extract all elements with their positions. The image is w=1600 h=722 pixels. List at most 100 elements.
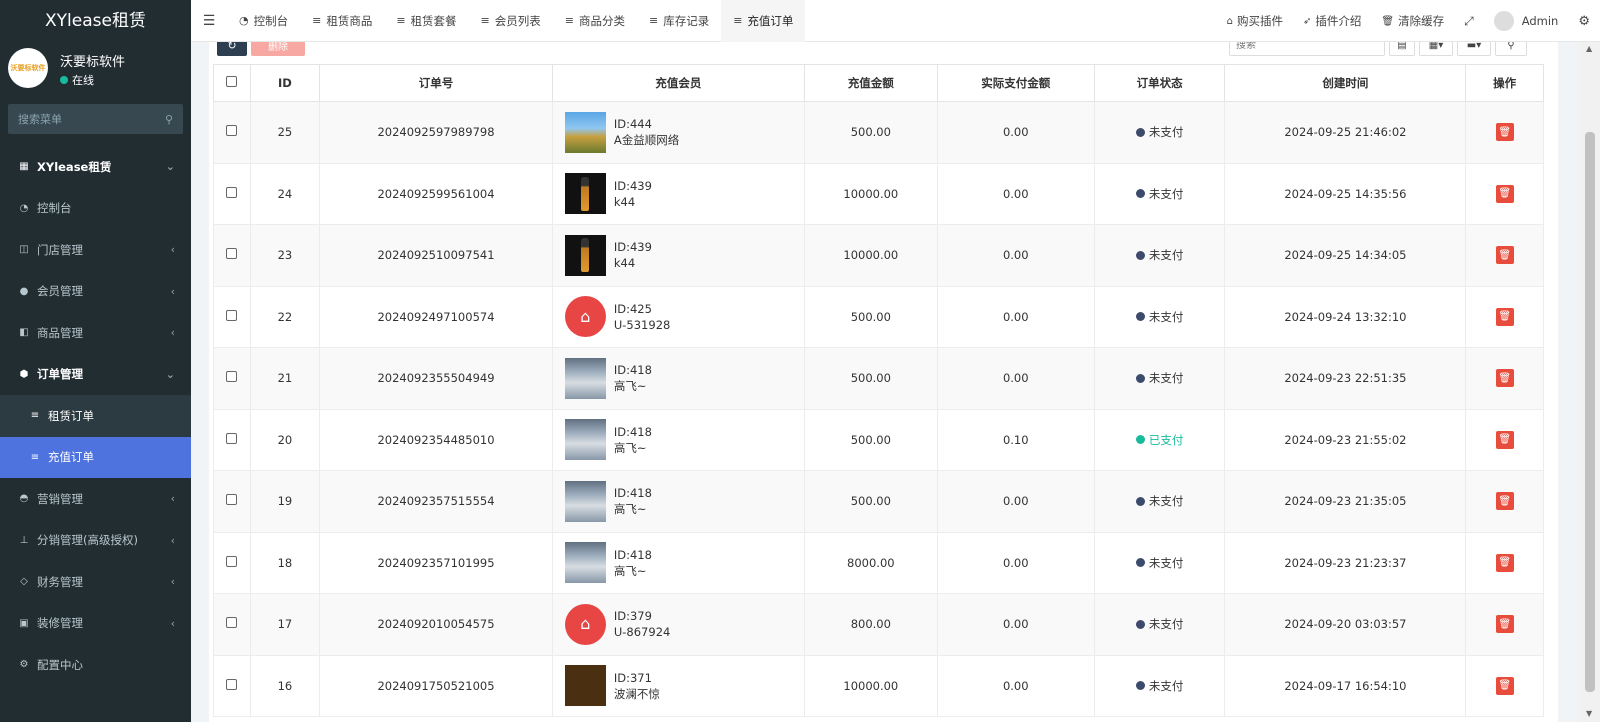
row-select-cell[interactable]	[213, 224, 251, 287]
row-checkbox[interactable]	[226, 248, 238, 260]
table-search-input[interactable]	[1230, 42, 1384, 55]
row-select-cell[interactable]	[213, 347, 251, 410]
advanced-search-button[interactable]: ⚲	[1495, 42, 1527, 56]
tab-6[interactable]: ≡ 充值订单	[721, 0, 806, 42]
sidebar-item-3[interactable]: ● 会员管理 ‹	[0, 271, 191, 313]
delete-row-button[interactable]: 🗑	[1495, 123, 1514, 142]
scroll-thumb[interactable]	[1585, 132, 1595, 692]
export-button[interactable]: ▬▾	[1457, 42, 1491, 56]
row-id: 16	[249, 655, 321, 717]
columns-button[interactable]: ▦▾	[1419, 42, 1453, 56]
row-amount: 10000.00	[803, 163, 938, 225]
sidebar-item-8[interactable]: ◓ 营销管理 ‹	[0, 478, 191, 520]
delete-row-button[interactable]: 🗑	[1495, 676, 1514, 695]
col-header-created[interactable]: 创建时间	[1224, 64, 1467, 102]
sidebar-item-1[interactable]: ◔ 控制台	[0, 188, 191, 230]
table-row[interactable]: 23 2024092510097541 ID:439 k44 10000.00 0.00 未…	[213, 224, 1544, 287]
delete-row-button[interactable]: 🗑	[1495, 369, 1514, 388]
tab-1[interactable]: ≡ 租赁商品	[300, 0, 384, 42]
row-checkbox[interactable]	[226, 186, 238, 198]
page-scrollbar[interactable]: ▲ ▼	[1580, 42, 1600, 722]
row-select-cell[interactable]	[213, 286, 251, 348]
delete-row-button[interactable]: 🗑	[1495, 246, 1514, 265]
table-row[interactable]: 19 2024092357515554 ID:418 高飞~ 500.00 0.00 未支付…	[213, 470, 1544, 533]
col-header-order-no[interactable]: 订单号	[319, 64, 553, 102]
buy-plugin-link[interactable]: ⌂ 购买插件	[1217, 13, 1293, 29]
delete-row-button[interactable]: 🗑	[1495, 184, 1514, 203]
sidebar-item-6[interactable]: ≡ 租赁订单	[0, 395, 191, 437]
menu-toggle-icon[interactable]: ☰	[191, 13, 227, 29]
sidebar-item-9[interactable]: ⊥ 分销管理(高级授权) ‹	[0, 520, 191, 562]
row-checkbox[interactable]	[226, 494, 238, 506]
table-row[interactable]: 25 2024092597989798 ID:444 A金益顺网络 500.00 0.00…	[213, 101, 1544, 164]
sidebar-item-4[interactable]: ◧ 商品管理 ‹	[0, 312, 191, 354]
scroll-down-icon[interactable]: ▼	[1586, 709, 1592, 718]
row-checkbox[interactable]	[226, 678, 238, 690]
sidebar-item-5[interactable]: ⬢ 订单管理 ⌄	[0, 354, 191, 396]
sidebar-search[interactable]: ⚲	[8, 104, 183, 134]
col-header-amount[interactable]: 充值金额	[803, 64, 938, 102]
sidebar-item-0[interactable]: ▦ XYlease租赁 ⌄	[0, 146, 191, 188]
table-row[interactable]: 22 2024092497100574 ⌂ ID:425 U-531928 500.00 0…	[213, 286, 1544, 348]
home-icon: ⌂	[1226, 15, 1233, 27]
row-select-cell[interactable]	[213, 101, 251, 164]
sidebar-item-11[interactable]: ▣ 装修管理 ‹	[0, 603, 191, 645]
row-select-cell[interactable]	[213, 470, 251, 533]
row-checkbox[interactable]	[226, 309, 238, 321]
delete-button[interactable]: 删除	[251, 42, 305, 56]
table-search[interactable]	[1229, 42, 1385, 56]
tab-5[interactable]: ≡ 库存记录	[637, 0, 721, 42]
scroll-up-icon[interactable]: ▲	[1586, 44, 1592, 53]
clear-cache-button[interactable]: 🗑 清除缓存	[1371, 13, 1454, 29]
delete-row-button[interactable]: 🗑	[1495, 615, 1514, 634]
sidebar-item-12[interactable]: ⚙ 配置中心	[0, 644, 191, 686]
admin-menu[interactable]: Admin	[1484, 11, 1569, 31]
col-header-paid[interactable]: 实际支付金额	[936, 64, 1095, 102]
table-row[interactable]: 24 2024092599561004 ID:439 k44 10000.00 0.00 未…	[213, 163, 1544, 225]
delete-row-button[interactable]: 🗑	[1495, 553, 1514, 572]
table-row[interactable]: 20 2024092354485010 ID:418 高飞~ 500.00 0.10 已支付…	[213, 409, 1544, 471]
row-checkbox[interactable]	[226, 125, 238, 137]
row-checkbox[interactable]	[226, 617, 238, 629]
tab-0[interactable]: ◔ 控制台	[227, 0, 300, 42]
search-icon[interactable]: ⚲	[165, 113, 173, 126]
sidebar-item-7[interactable]: ≡ 充值订单	[0, 436, 191, 478]
delete-row-button[interactable]: 🗑	[1495, 307, 1514, 326]
brand-title[interactable]: XYlease租赁	[0, 0, 191, 42]
col-header-id[interactable]: ID	[249, 64, 321, 102]
table-row[interactable]: 16 2024091750521005 ID:371 波澜不惊 10000.00 0.00…	[213, 655, 1544, 717]
row-checkbox[interactable]	[226, 371, 238, 383]
plugin-intro-link[interactable]: ➶ 插件介绍	[1293, 13, 1371, 29]
table-row[interactable]: 18 2024092357101995 ID:418 高飞~ 8000.00 0.00 未支…	[213, 532, 1544, 594]
select-all-header[interactable]	[213, 64, 251, 102]
sidebar-item-10[interactable]: ◇ 财务管理 ‹	[0, 561, 191, 603]
row-checkbox[interactable]	[226, 555, 238, 567]
row-select-cell[interactable]	[213, 409, 251, 471]
row-select-cell[interactable]	[213, 655, 251, 717]
row-select-cell[interactable]	[213, 593, 251, 656]
table-row[interactable]: 17 2024092010054575 ⌂ ID:379 U-867924 800.00 0…	[213, 593, 1544, 656]
row-checkbox[interactable]	[226, 432, 238, 444]
sidebar-item-2[interactable]: ◫ 门店管理 ‹	[0, 229, 191, 271]
refresh-button[interactable]: ↻	[217, 42, 247, 56]
tab-3[interactable]: ≡ 会员列表	[469, 0, 553, 42]
delete-row-button[interactable]: 🗑	[1495, 492, 1514, 511]
toggle-view-button[interactable]: ▤	[1389, 42, 1415, 56]
select-all-checkbox[interactable]	[226, 76, 238, 87]
row-member-cell: ID:444 A金益顺网络	[551, 101, 805, 164]
member-avatar	[564, 173, 606, 215]
settings-icon[interactable]: ⚙	[1568, 14, 1600, 29]
row-select-cell[interactable]	[213, 163, 251, 225]
col-header-status[interactable]: 订单状态	[1093, 64, 1226, 102]
delete-row-button[interactable]: 🗑	[1495, 430, 1514, 449]
tab-4[interactable]: ≡ 商品分类	[553, 0, 637, 42]
tab-2[interactable]: ≡ 租赁套餐	[384, 0, 468, 42]
row-select-cell[interactable]	[213, 532, 251, 594]
row-id: 20	[249, 409, 321, 471]
sidebar-search-input[interactable]	[18, 112, 148, 126]
fullscreen-icon[interactable]: ⤢	[1454, 14, 1484, 29]
row-action-cell: 🗑	[1465, 470, 1544, 533]
status-badge: 未支付	[1148, 494, 1184, 509]
table-row[interactable]: 21 2024092355504949 ID:418 高飞~ 500.00 0.00 未支付…	[213, 347, 1544, 410]
col-header-member[interactable]: 充值会员	[551, 64, 805, 102]
